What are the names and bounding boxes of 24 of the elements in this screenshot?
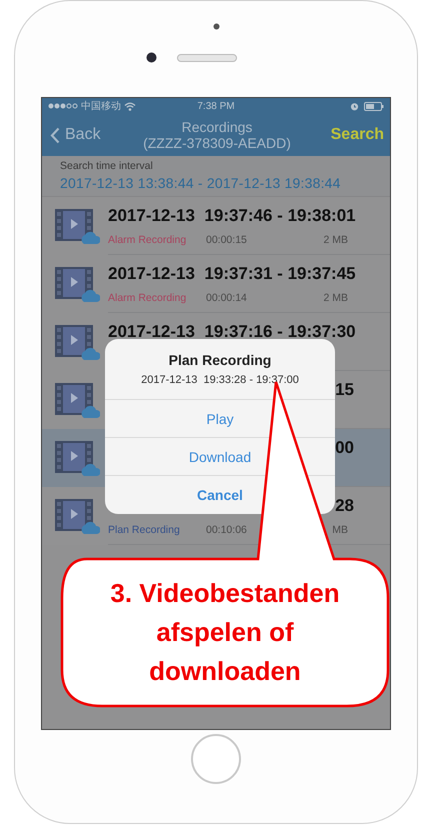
callout-text: 3. Videobestanden afspelen of downloaden [109,577,341,688]
dialog-title: Plan Recording [168,352,272,368]
device-id: (ZZZZ-378309-AEADD) [143,135,291,151]
recording-duration: 00:00:15 [206,234,248,246]
status-time: 7:38 PM [196,100,236,112]
recording-time-fragment: 28 [335,496,354,516]
interval-label: Search time interval [60,160,154,172]
recording-type: Plan Recording [108,524,181,536]
recording-time-range: 2017-12-13 19:37:31 - 19:37:45 [108,264,357,284]
recording-size: MB [331,524,348,536]
recording-type: Alarm Recording [108,234,188,246]
recording-size: 2 MB [322,234,348,246]
recording-time-fragment: 15 [335,380,354,400]
interval-value: 2017-12-13 13:38:44 - 2017-12-13 19:38:44 [60,175,342,191]
recording-size: 2 MB [322,292,348,304]
recording-time-range: 2017-12-13 19:37:46 - 19:38:01 [108,206,357,226]
dialog-subtitle: 2017-12-13 19:33:28 - 19:37:00 [141,374,299,386]
recording-type: Alarm Recording [108,292,188,304]
carrier-name: 中国移动 [81,100,121,113]
recording-time-range: 2017-12-13 19:37:16 - 19:37:30 [108,322,357,342]
recording-time-fragment: 00 [335,438,354,458]
recording-duration: 00:10:06 [206,524,248,536]
recording-duration: 00:00:14 [206,292,248,304]
screen-title: Recordings [182,119,252,135]
